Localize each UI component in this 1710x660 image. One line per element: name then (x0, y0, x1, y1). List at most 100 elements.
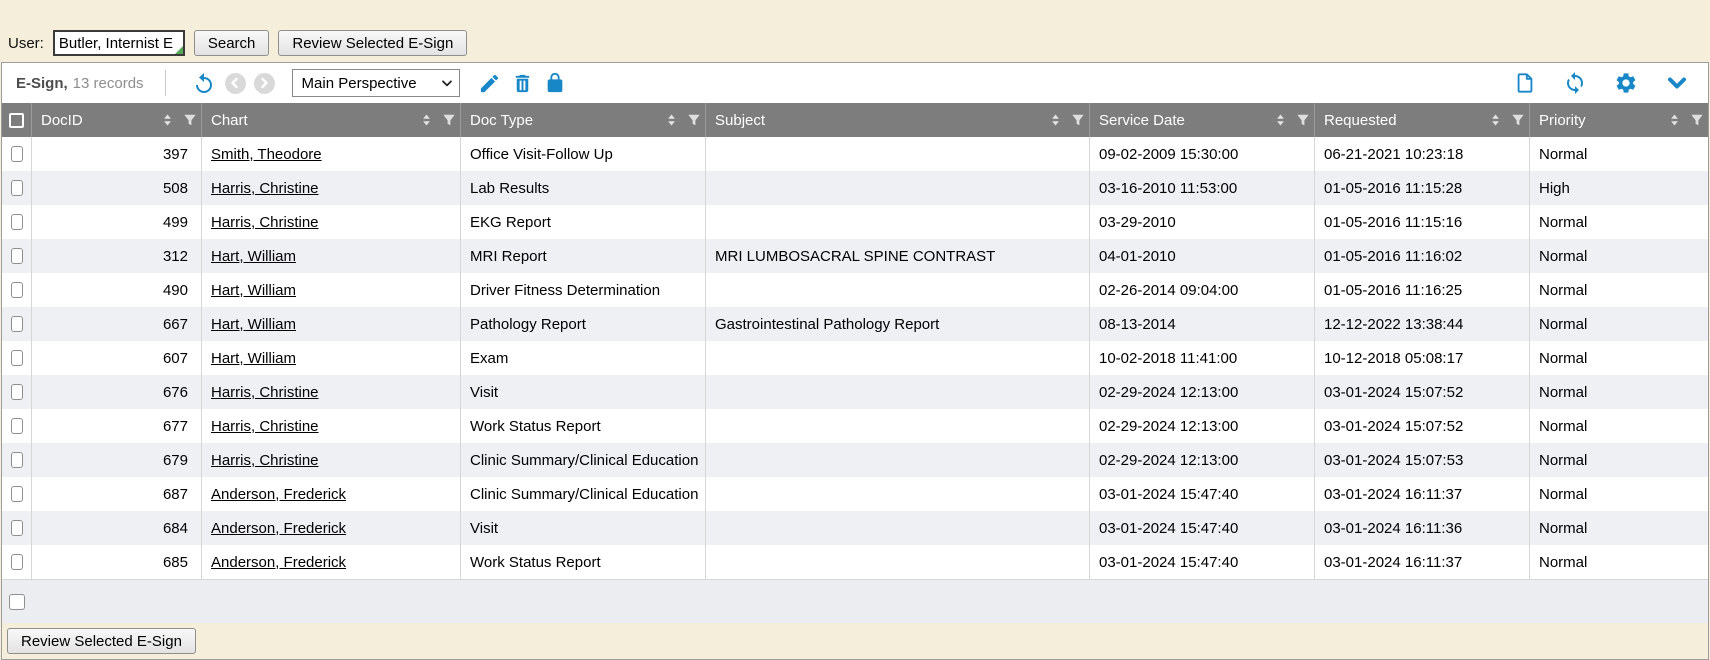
row-checkbox[interactable] (11, 520, 23, 536)
filter-icon[interactable] (687, 113, 701, 127)
priority-cell: Normal (1530, 239, 1708, 273)
header-chart-icons (420, 113, 456, 127)
filter-icon[interactable] (442, 113, 456, 127)
chart-link[interactable]: Anderson, Frederick (211, 486, 346, 503)
header-docid[interactable]: DocID (32, 103, 202, 137)
chart-cell: Anderson, Frederick (202, 511, 461, 545)
gear-icon[interactable] (1614, 71, 1638, 95)
refresh-icon[interactable] (1563, 71, 1587, 95)
chart-link[interactable]: Harris, Christine (211, 384, 319, 401)
table-body: 397 Smith, Theodore Office Visit-Follow … (2, 137, 1708, 579)
undo-icon[interactable] (192, 71, 216, 95)
header-doctype[interactable]: Doc Type (461, 103, 706, 137)
sort-icon[interactable] (161, 113, 174, 127)
chart-link[interactable]: Hart, William (211, 316, 296, 333)
docid-cell: 312 (32, 239, 202, 273)
new-document-icon[interactable] (1514, 71, 1536, 95)
footer-checkbox[interactable] (9, 594, 25, 610)
filter-icon[interactable] (1511, 113, 1525, 127)
chart-link[interactable]: Harris, Christine (211, 452, 319, 469)
chart-link[interactable]: Anderson, Frederick (211, 554, 346, 571)
subject-cell (706, 511, 1090, 545)
chevron-down-icon[interactable] (1665, 71, 1689, 95)
chart-link[interactable]: Hart, William (211, 248, 296, 265)
next-icon[interactable] (254, 73, 275, 94)
header-checkbox-cell (2, 103, 32, 137)
pencil-icon[interactable] (478, 72, 501, 95)
filter-icon[interactable] (1071, 113, 1085, 127)
chart-link[interactable]: Smith, Theodore (211, 146, 322, 163)
row-checkbox[interactable] (11, 282, 23, 298)
doctype-cell: Clinic Summary/Clinical Education (461, 443, 706, 477)
row-checkbox-cell (2, 341, 32, 375)
chart-link[interactable]: Anderson, Frederick (211, 520, 346, 537)
requested-cell: 06-21-2021 10:23:18 (1315, 137, 1530, 171)
search-button[interactable]: Search (194, 30, 270, 56)
row-checkbox[interactable] (11, 350, 23, 366)
sort-icon[interactable] (1668, 113, 1681, 127)
subject-cell (706, 375, 1090, 409)
row-checkbox[interactable] (11, 384, 23, 400)
doctype-cell: Visit (461, 375, 706, 409)
sort-icon[interactable] (1489, 113, 1502, 127)
table-row: 607 Hart, William Exam 10-02-2018 11:41:… (2, 341, 1708, 375)
user-input-wrap (53, 30, 185, 56)
header-service-date[interactable]: Service Date (1090, 103, 1315, 137)
lock-icon[interactable] (544, 72, 566, 94)
subject-cell: MRI LUMBOSACRAL SPINE CONTRAST (706, 239, 1090, 273)
service-date-cell: 02-29-2024 12:13:00 (1090, 409, 1315, 443)
row-checkbox-cell (2, 205, 32, 239)
esign-panel: E-Sign, 13 records Main Perspective (1, 62, 1709, 660)
row-checkbox[interactable] (11, 418, 23, 434)
user-input[interactable] (55, 33, 173, 53)
toolbar-divider (165, 70, 166, 96)
requested-cell: 10-12-2018 05:08:17 (1315, 341, 1530, 375)
requested-cell: 12-12-2022 13:38:44 (1315, 307, 1530, 341)
header-doctype-icons (665, 113, 701, 127)
table-row: 685 Anderson, Frederick Work Status Repo… (2, 545, 1708, 579)
chart-link[interactable]: Hart, William (211, 350, 296, 367)
header-subject[interactable]: Subject (706, 103, 1090, 137)
sort-icon[interactable] (1049, 113, 1062, 127)
chart-cell: Harris, Christine (202, 443, 461, 477)
header-priority-label: Priority (1539, 112, 1664, 129)
sort-icon[interactable] (665, 113, 678, 127)
row-checkbox[interactable] (11, 554, 23, 570)
row-checkbox[interactable] (11, 180, 23, 196)
sort-icon[interactable] (420, 113, 433, 127)
subject-cell (706, 171, 1090, 205)
chart-link[interactable]: Hart, William (211, 282, 296, 299)
docid-cell: 499 (32, 205, 202, 239)
review-selected-esign-button-bottom[interactable]: Review Selected E-Sign (7, 628, 196, 654)
row-checkbox[interactable] (11, 452, 23, 468)
perspective-select[interactable]: Main Perspective (292, 69, 460, 97)
header-service-date-label: Service Date (1099, 112, 1270, 129)
row-checkbox[interactable] (11, 214, 23, 230)
priority-cell: Normal (1530, 273, 1708, 307)
priority-cell: Normal (1530, 341, 1708, 375)
filter-icon[interactable] (1296, 113, 1310, 127)
filter-icon[interactable] (183, 113, 197, 127)
prev-icon[interactable] (225, 73, 246, 94)
filter-icon[interactable] (1690, 113, 1704, 127)
header-priority[interactable]: Priority (1530, 103, 1708, 137)
select-all-checkbox[interactable] (9, 113, 24, 128)
trash-icon[interactable] (511, 72, 534, 95)
row-checkbox[interactable] (11, 486, 23, 502)
docid-cell: 397 (32, 137, 202, 171)
table-header: DocID Chart Doc Type Subject (2, 103, 1708, 137)
header-chart[interactable]: Chart (202, 103, 461, 137)
sort-icon[interactable] (1274, 113, 1287, 127)
row-checkbox-cell (2, 511, 32, 545)
subject-cell (706, 545, 1090, 579)
chart-link[interactable]: Harris, Christine (211, 214, 319, 231)
row-checkbox[interactable] (11, 146, 23, 162)
chart-link[interactable]: Harris, Christine (211, 418, 319, 435)
row-checkbox[interactable] (11, 248, 23, 264)
chart-link[interactable]: Harris, Christine (211, 180, 319, 197)
review-selected-esign-button-top[interactable]: Review Selected E-Sign (278, 30, 467, 56)
service-date-cell: 02-29-2024 12:13:00 (1090, 443, 1315, 477)
priority-cell: Normal (1530, 409, 1708, 443)
row-checkbox[interactable] (11, 316, 23, 332)
header-requested[interactable]: Requested (1315, 103, 1530, 137)
